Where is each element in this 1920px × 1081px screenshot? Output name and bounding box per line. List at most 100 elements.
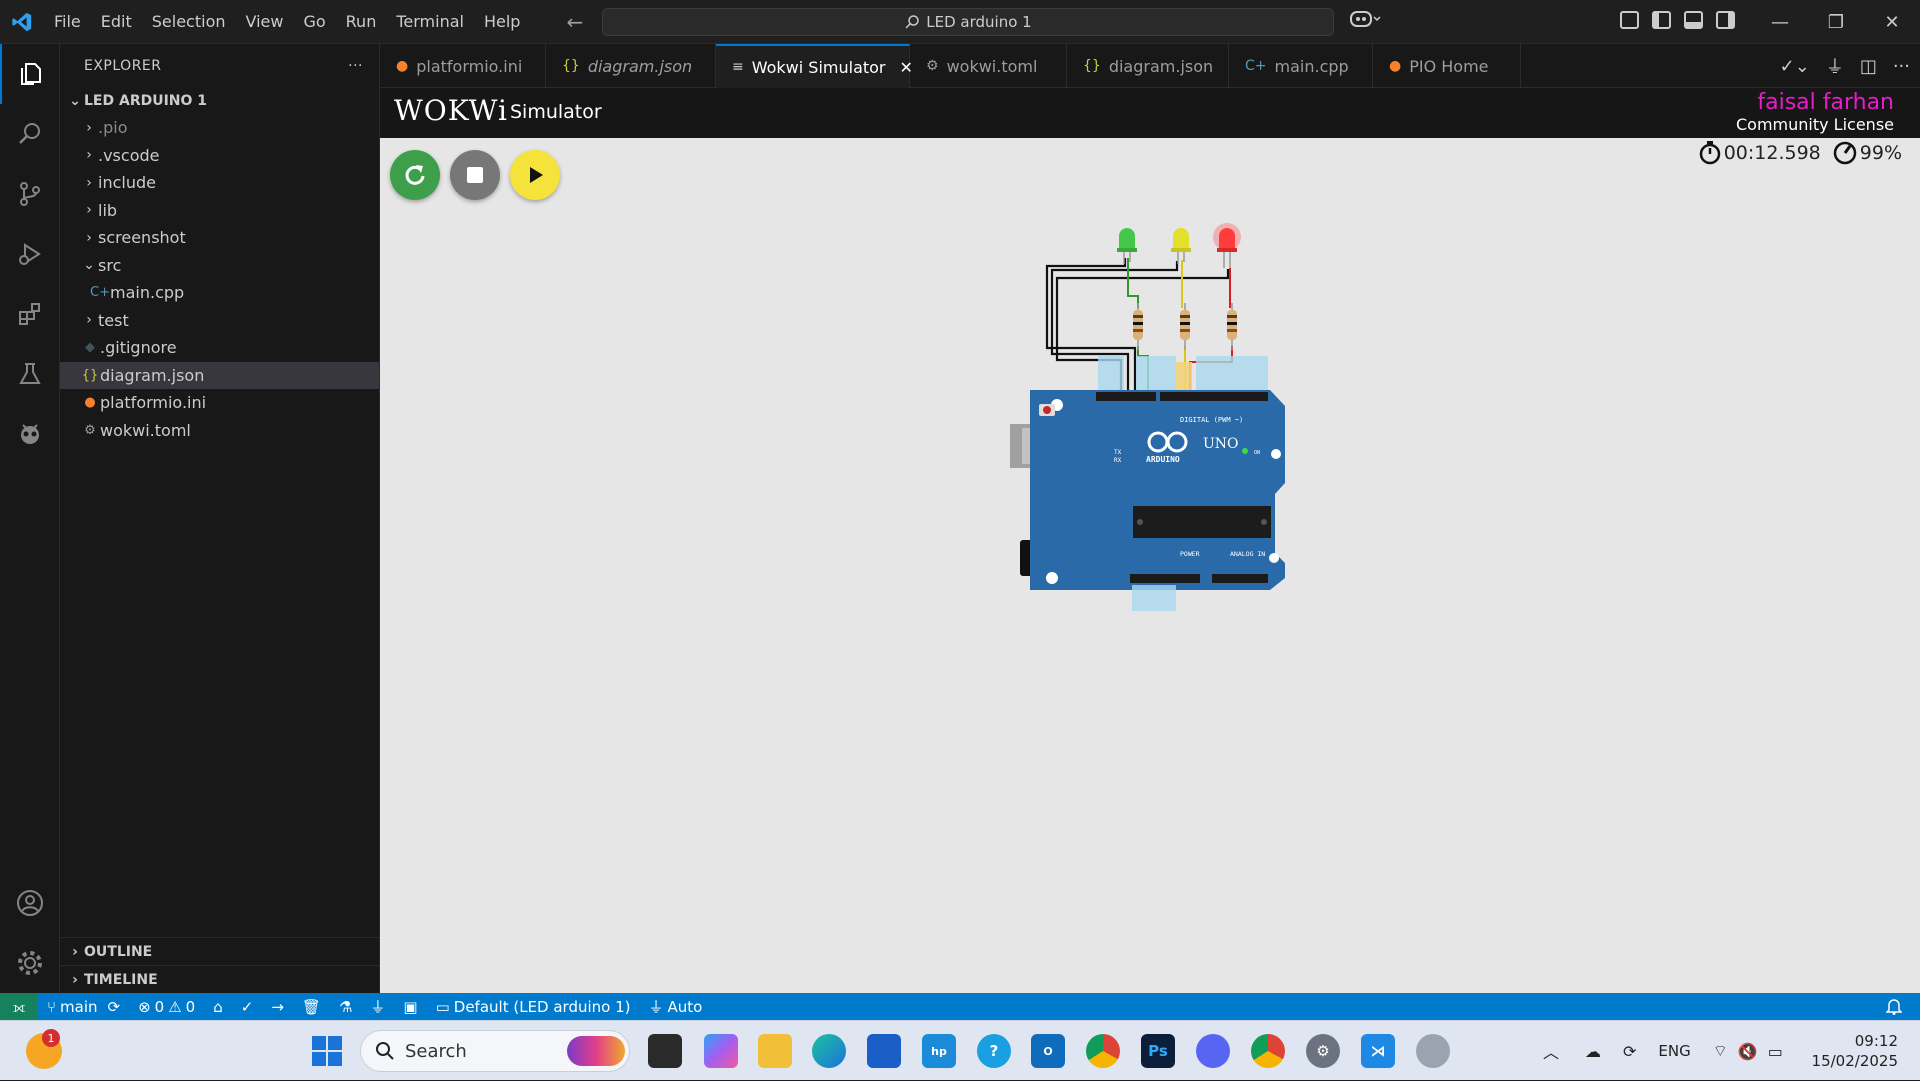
command-center-search[interactable]: LED arduino 1 <box>602 8 1334 36</box>
pio-clean-trash-icon[interactable]: 🗑 <box>293 998 330 1016</box>
pio-serial-plug-icon[interactable]: ⏚ <box>361 996 394 1017</box>
pio-environment[interactable]: ▭ Default (LED arduino 1) <box>427 998 640 1016</box>
system-clock[interactable]: 09:12 15/02/2025 <box>1812 1031 1898 1071</box>
tab-wokwi-toml[interactable]: ⚙ wokwi.toml <box>910 44 1067 88</box>
outlook-icon[interactable]: O <box>1031 1034 1065 1068</box>
minimize-icon[interactable]: — <box>1752 0 1808 44</box>
tree-item-main-cpp[interactable]: C+ main.cpp <box>60 279 379 307</box>
edge-browser-icon[interactable] <box>812 1034 846 1068</box>
timeline-section[interactable]: › TIMELINE <box>60 965 380 993</box>
pio-build-check-icon[interactable]: ✓⌄ <box>1780 56 1810 77</box>
volume-muted-icon[interactable]: 🔇 <box>1738 1042 1758 1061</box>
sync-icon[interactable]: ⟳ <box>108 998 121 1016</box>
more-actions-icon[interactable]: ··· <box>1893 56 1910 77</box>
show-hidden-icons-chevron-icon[interactable]: ︿ <box>1543 1039 1559 1063</box>
simulator-canvas[interactable]: 00:12.598 99% UNO ARDUINO DIGITAL (PWM ~… <box>380 138 1920 993</box>
tree-item-screenshot[interactable]: › screenshot <box>60 224 379 252</box>
task-view-icon[interactable] <box>648 1034 682 1068</box>
problems-indicator[interactable]: ⊗ 0 ⚠ 0 <box>129 998 204 1016</box>
tab-pio-home[interactable]: ● PIO Home <box>1373 44 1521 88</box>
ms-store-icon[interactable] <box>867 1034 901 1068</box>
tab-wokwi-simulator[interactable]: ≡ Wokwi Simulator ✕ <box>716 44 913 88</box>
pio-build-icon[interactable]: ✓ <box>232 998 263 1016</box>
menu-terminal[interactable]: Terminal <box>386 0 474 44</box>
chrome-icon[interactable] <box>1086 1034 1120 1068</box>
weather-widget-icon[interactable]: 1 <box>26 1029 62 1069</box>
wifi-icon[interactable]: ⌔ <box>1713 1041 1728 1061</box>
branch-indicator[interactable]: ⑂ main ⟳ <box>38 998 129 1016</box>
copilot-icon[interactable] <box>1350 10 1382 33</box>
source-control-icon[interactable] <box>0 164 60 224</box>
workspace-folder[interactable]: ⌄ LED ARDUINO 1 <box>60 88 379 114</box>
menu-view[interactable]: View <box>236 0 294 44</box>
chrome-profile-icon[interactable] <box>1251 1034 1285 1068</box>
vscode-taskbar-icon[interactable]: ⋊ <box>1361 1034 1395 1068</box>
chevron-right-icon: › <box>86 312 92 329</box>
remote-indicator-icon[interactable]: ⟗ <box>0 993 38 1020</box>
back-arrow-icon[interactable]: ← <box>566 10 583 34</box>
photoshop-icon[interactable]: Ps <box>1141 1034 1175 1068</box>
battery-icon[interactable]: ▭ <box>1768 1042 1783 1061</box>
restore-icon[interactable]: ❐ <box>1808 0 1864 44</box>
menu-help[interactable]: Help <box>474 0 530 44</box>
tree-item-vscode[interactable]: › .vscode <box>60 142 379 170</box>
extensions-icon[interactable] <box>0 284 60 344</box>
taskbar-search[interactable]: Search <box>360 1030 630 1072</box>
notifications-bell-icon[interactable] <box>1885 997 1903 1019</box>
menu-run[interactable]: Run <box>336 0 387 44</box>
more-actions-icon[interactable]: ··· <box>348 58 363 74</box>
tree-item-pio[interactable]: › .pio <box>60 114 379 142</box>
pio-terminal-icon[interactable]: ▣ <box>394 998 426 1016</box>
account-icon[interactable] <box>0 873 60 933</box>
tab-label: wokwi.toml <box>946 56 1038 76</box>
customize-layout-icon[interactable] <box>1620 11 1639 29</box>
help-app-icon[interactable]: ? <box>977 1034 1011 1068</box>
pio-upload-icon[interactable]: → <box>262 998 293 1016</box>
onedrive-cloud-icon[interactable]: ☁ <box>1585 1042 1601 1061</box>
tab-diagram-json-2[interactable]: {} diagram.json <box>1067 44 1229 88</box>
close-window-icon[interactable]: ✕ <box>1864 0 1920 44</box>
myhp-icon[interactable]: hp <box>922 1034 956 1068</box>
settings-gear-icon[interactable] <box>0 933 60 993</box>
pio-home-icon[interactable]: ⌂ <box>204 998 232 1016</box>
toggle-sidebar-icon[interactable] <box>1652 11 1671 29</box>
search-icon[interactable] <box>0 104 60 164</box>
tab-main-cpp[interactable]: C+ main.cpp <box>1229 44 1373 88</box>
pio-upload-plug-icon[interactable]: ⏚ <box>1826 53 1844 79</box>
sync-tray-icon[interactable]: ⟳ <box>1623 1042 1636 1061</box>
tree-item-lib[interactable]: › lib <box>60 197 379 225</box>
settings-app-icon[interactable]: ⚙ <box>1306 1034 1340 1068</box>
tree-item-platformio-ini[interactable]: ● platformio.ini <box>60 389 379 417</box>
tree-item-diagram-json[interactable]: {} diagram.json <box>60 361 379 389</box>
tree-item-gitignore[interactable]: ◆ .gitignore <box>60 334 379 362</box>
explorer-icon[interactable] <box>0 44 60 104</box>
discord-icon[interactable] <box>1196 1034 1230 1068</box>
platformio-alien-icon[interactable] <box>0 404 60 464</box>
tree-item-test[interactable]: › test <box>60 307 379 335</box>
tab-platformio-ini[interactable]: ● platformio.ini <box>380 44 546 88</box>
menu-file[interactable]: File <box>44 0 91 44</box>
folder-env-icon: ▭ <box>435 997 450 1016</box>
menu-edit[interactable]: Edit <box>91 0 142 44</box>
menu-go[interactable]: Go <box>293 0 335 44</box>
copilot-app-icon[interactable] <box>704 1034 738 1068</box>
run-debug-icon[interactable] <box>0 224 60 284</box>
file-explorer-icon[interactable] <box>758 1034 792 1068</box>
pio-port[interactable]: ⏚ Auto <box>640 996 712 1017</box>
outline-section[interactable]: › OUTLINE <box>60 937 380 965</box>
cortana-ring-icon[interactable] <box>1416 1034 1450 1068</box>
wokwi-user: faisal farhan <box>1757 90 1894 115</box>
pio-test-flask-icon[interactable]: ⚗ <box>330 998 361 1016</box>
language-indicator[interactable]: ENG <box>1658 1042 1690 1060</box>
testing-flask-icon[interactable] <box>0 344 60 404</box>
search-icon <box>905 15 920 29</box>
tree-item-src[interactable]: ⌄ src <box>60 252 379 280</box>
tree-item-include[interactable]: › include <box>60 169 379 197</box>
tree-item-wokwi-toml[interactable]: ⚙ wokwi.toml <box>60 417 379 445</box>
tab-diagram-json[interactable]: {} diagram.json <box>546 44 716 88</box>
toggle-panel-icon[interactable] <box>1684 11 1703 29</box>
start-button-icon[interactable] <box>312 1036 342 1066</box>
toggle-secondary-sidebar-icon[interactable] <box>1716 11 1735 29</box>
split-editor-icon[interactable]: ◫ <box>1860 56 1877 77</box>
menu-selection[interactable]: Selection <box>142 0 236 44</box>
